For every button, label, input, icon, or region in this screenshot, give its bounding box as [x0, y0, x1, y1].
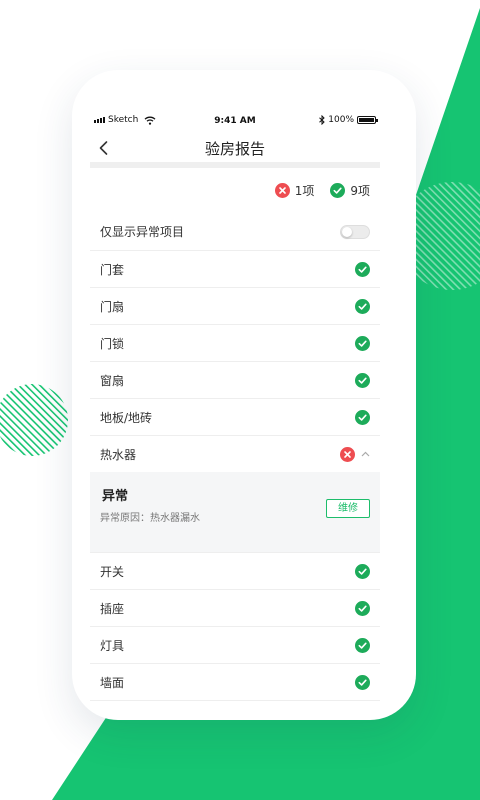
- check-icon: [355, 600, 370, 616]
- check-icon: [330, 183, 346, 198]
- page-title: 验房报告: [204, 140, 265, 158]
- normal-summary: 9项: [330, 182, 370, 199]
- bluetooth-icon: [319, 115, 325, 125]
- list-item[interactable]: 灯具: [90, 627, 380, 664]
- item-label: 门锁: [100, 336, 125, 351]
- battery-icon: [357, 116, 378, 124]
- list-item[interactable]: 门套: [90, 251, 380, 288]
- item-label: 开关: [100, 564, 125, 579]
- normal-count: 9项: [350, 184, 370, 198]
- check-icon: [355, 563, 370, 579]
- list-item[interactable]: 地板/地砖: [90, 399, 380, 436]
- status-bar: Sketch 9:41 AM 100%: [90, 108, 380, 134]
- summary-bar: 1项 9项: [90, 168, 380, 213]
- repair-button[interactable]: 维修: [326, 499, 370, 518]
- abnormal-count: 1项: [294, 184, 315, 198]
- abnormal-detail-panel: 异常 异常原因：热水器漏水 维修: [90, 472, 380, 553]
- abnormal-summary: 1项: [274, 182, 315, 199]
- list-item[interactable]: 门锁: [90, 325, 380, 362]
- check-icon: [355, 335, 370, 351]
- check-icon: [355, 298, 370, 314]
- filter-label: 仅显示异常项目: [100, 225, 185, 239]
- chevron-up-icon[interactable]: [361, 451, 370, 457]
- abnormal-only-toggle[interactable]: [340, 224, 370, 239]
- status-right: 100%: [319, 115, 378, 125]
- error-icon: [340, 446, 355, 462]
- check-icon: [355, 674, 370, 690]
- error-icon: [274, 183, 290, 198]
- list-item-expanded[interactable]: 热水器: [90, 436, 380, 472]
- abnormal-reason: 异常原因：热水器漏水: [100, 513, 200, 524]
- item-label: 窗扇: [100, 373, 125, 388]
- item-label: 门套: [100, 262, 125, 277]
- list-item[interactable]: 门扇: [90, 288, 380, 325]
- check-icon: [355, 261, 370, 277]
- toggle-knob: [342, 226, 352, 237]
- app-screen: Sketch 9:41 AM 100% 验房报告 1项 9项 仅显示异常项目 门…: [90, 108, 380, 708]
- list-item[interactable]: 开关: [90, 553, 380, 590]
- battery-label: 100%: [328, 115, 354, 125]
- item-label: 插座: [100, 601, 125, 616]
- check-icon: [355, 372, 370, 388]
- list-item[interactable]: 插座: [90, 590, 380, 627]
- filter-row: 仅显示异常项目: [90, 213, 380, 251]
- check-icon: [355, 637, 370, 653]
- item-label: 地板/地砖: [100, 410, 153, 425]
- item-status: [340, 446, 370, 462]
- item-label: 灯具: [100, 638, 125, 653]
- abnormal-title: 异常: [102, 489, 129, 504]
- list-item[interactable]: 墙面: [90, 664, 380, 701]
- item-label: 热水器: [100, 447, 137, 462]
- check-icon: [355, 409, 370, 425]
- battery-level: [359, 118, 374, 122]
- item-label: 墙面: [100, 675, 125, 690]
- item-label: 门扇: [100, 299, 125, 314]
- navigation-bar: 验房报告: [90, 134, 380, 162]
- list-item[interactable]: 窗扇: [90, 362, 380, 399]
